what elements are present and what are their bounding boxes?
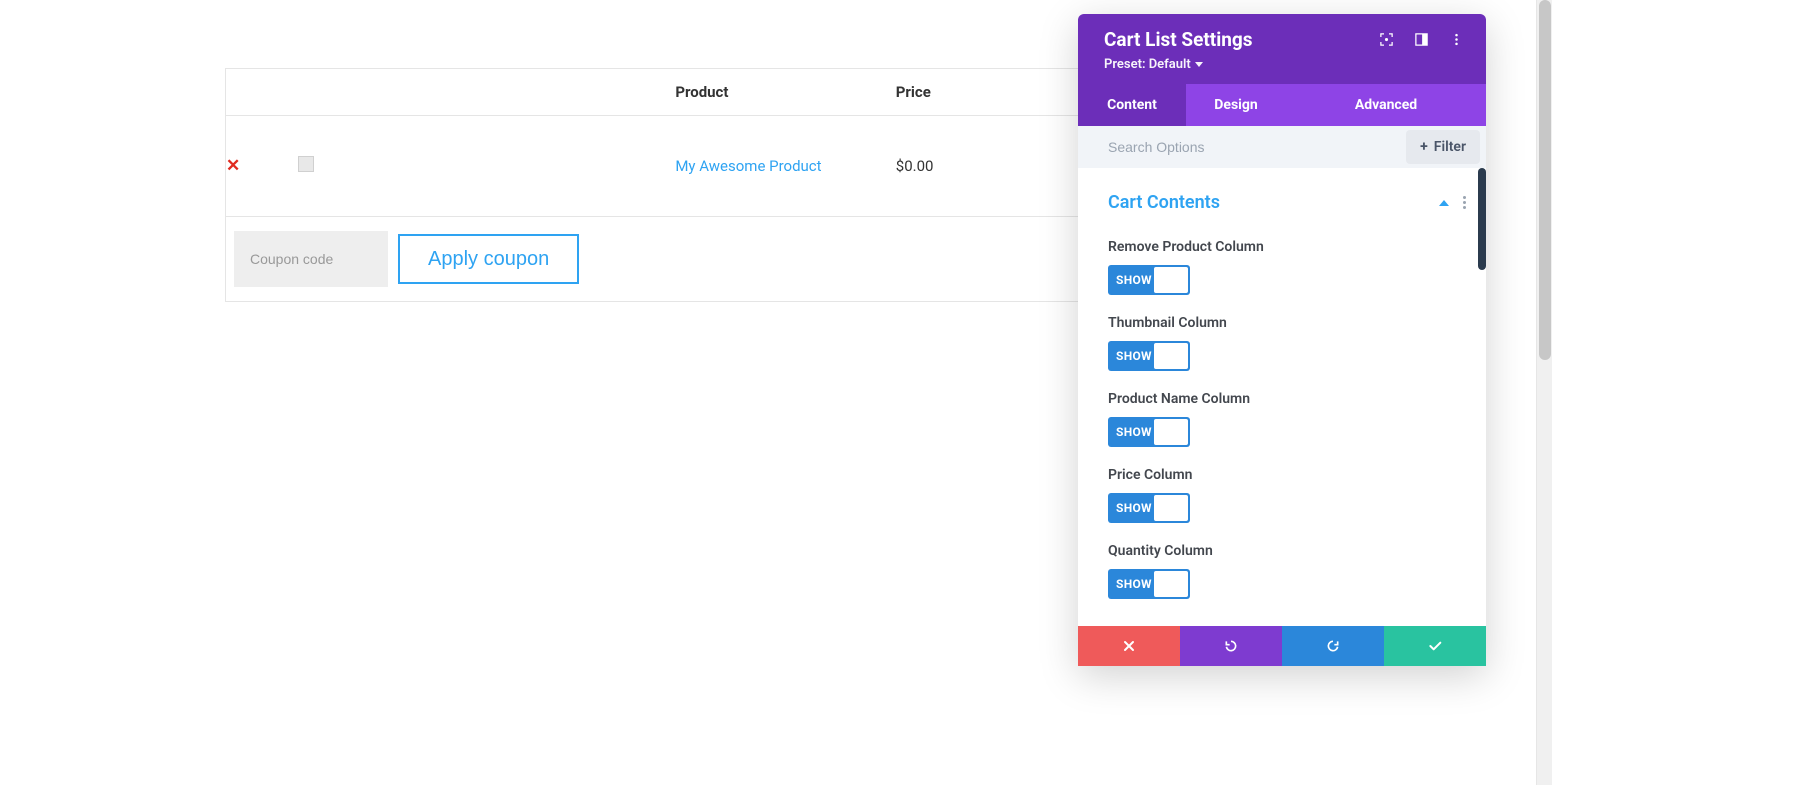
- search-row: + Filter: [1078, 126, 1486, 168]
- search-options-input[interactable]: [1078, 126, 1406, 168]
- save-button[interactable]: [1384, 626, 1486, 666]
- redo-button[interactable]: [1282, 626, 1384, 666]
- toggle-price-column[interactable]: SHOW: [1108, 493, 1190, 523]
- close-icon: [1121, 638, 1137, 654]
- redo-icon: [1325, 638, 1341, 654]
- remove-item-icon[interactable]: ✕: [226, 156, 240, 176]
- page-scrollbar-thumb[interactable]: [1539, 0, 1551, 360]
- option-label: Product Name Column: [1108, 391, 1456, 407]
- option-label: Price Column: [1108, 467, 1456, 483]
- panel-footer: [1078, 626, 1486, 666]
- toggle-thumbnail-column[interactable]: SHOW: [1108, 341, 1190, 371]
- panel-scrollbar-thumb[interactable]: [1478, 168, 1486, 270]
- section-more-icon[interactable]: [1463, 196, 1466, 209]
- section-title: Cart Contents: [1108, 192, 1220, 213]
- product-name-link[interactable]: My Awesome Product: [675, 157, 821, 175]
- section-header[interactable]: Cart Contents: [1078, 178, 1486, 227]
- tab-content[interactable]: Content: [1078, 84, 1186, 126]
- filter-button[interactable]: + Filter: [1406, 130, 1480, 164]
- toggle-knob: [1154, 495, 1188, 521]
- chevron-up-icon[interactable]: [1439, 200, 1449, 206]
- page-scrollbar[interactable]: [1536, 0, 1552, 785]
- toggle-knob: [1154, 571, 1188, 597]
- toggle-text: SHOW: [1108, 273, 1152, 287]
- option-quantity-column: Quantity Column SHOW: [1078, 531, 1486, 607]
- toggle-remove-product-column[interactable]: SHOW: [1108, 265, 1190, 295]
- expand-icon[interactable]: [1379, 32, 1394, 47]
- panel-body: Cart Contents Remove Product Column SHOW…: [1078, 168, 1486, 626]
- toggle-text: SHOW: [1108, 577, 1152, 591]
- toggle-text: SHOW: [1108, 425, 1152, 439]
- preset-label: Preset: Default: [1104, 57, 1191, 72]
- option-remove-product-column: Remove Product Column SHOW: [1078, 227, 1486, 303]
- option-label: Remove Product Column: [1108, 239, 1456, 255]
- option-label: Quantity Column: [1108, 543, 1456, 559]
- toggle-knob: [1154, 419, 1188, 445]
- more-icon[interactable]: [1449, 32, 1464, 47]
- product-thumbnail-placeholder-icon[interactable]: [298, 156, 314, 172]
- option-thumbnail-column: Thumbnail Column SHOW: [1078, 303, 1486, 379]
- toggle-text: SHOW: [1108, 349, 1152, 363]
- undo-icon: [1223, 638, 1239, 654]
- snap-icon[interactable]: [1414, 32, 1429, 47]
- apply-coupon-button[interactable]: Apply coupon: [398, 234, 579, 284]
- toggle-knob: [1154, 343, 1188, 369]
- option-product-name-column: Product Name Column SHOW: [1078, 379, 1486, 455]
- coupon-code-input[interactable]: [234, 231, 388, 287]
- option-price-column: Price Column SHOW: [1078, 455, 1486, 531]
- settings-panel: Cart List Settings Preset: Default Conte…: [1078, 14, 1486, 666]
- toggle-text: SHOW: [1108, 501, 1152, 515]
- option-label: Thumbnail Column: [1108, 315, 1456, 331]
- panel-title: Cart List Settings: [1104, 28, 1253, 51]
- toggle-quantity-column[interactable]: SHOW: [1108, 569, 1190, 599]
- caret-down-icon: [1195, 62, 1203, 67]
- preset-selector[interactable]: Preset: Default: [1104, 57, 1253, 72]
- panel-header: Cart List Settings Preset: Default: [1078, 14, 1486, 84]
- header-product: Product: [675, 69, 895, 116]
- toggle-product-name-column[interactable]: SHOW: [1108, 417, 1190, 447]
- tab-advanced[interactable]: Advanced: [1286, 84, 1486, 126]
- plus-icon: +: [1420, 140, 1428, 154]
- cancel-button[interactable]: [1078, 626, 1180, 666]
- filter-label: Filter: [1434, 139, 1466, 155]
- undo-button[interactable]: [1180, 626, 1282, 666]
- toggle-knob: [1154, 267, 1188, 293]
- tab-design[interactable]: Design: [1186, 84, 1286, 126]
- settings-tabs: Content Design Advanced: [1078, 84, 1486, 126]
- check-icon: [1427, 638, 1443, 654]
